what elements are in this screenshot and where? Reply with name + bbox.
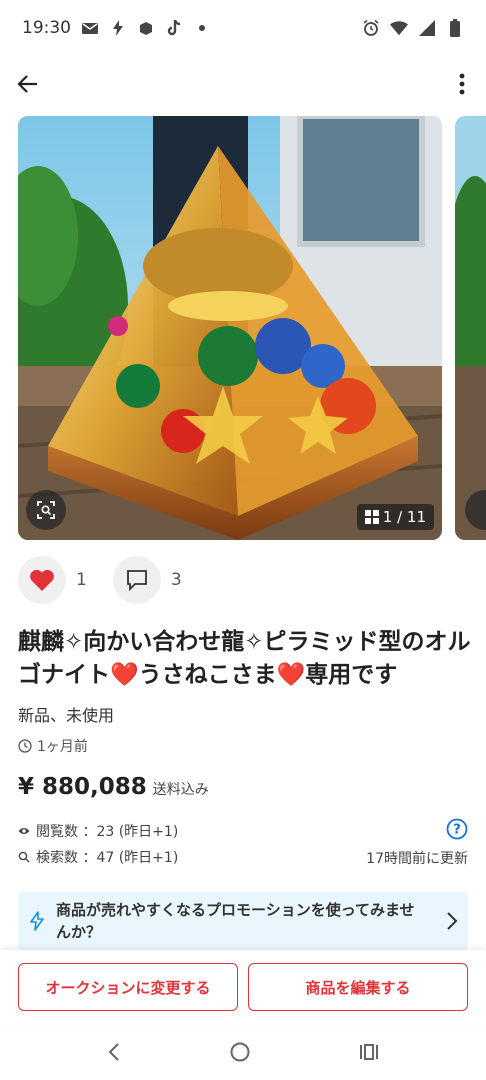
- pyramid-photo-illustration: [18, 116, 442, 540]
- promotion-banner[interactable]: 商品が売れやすくなるプロモーションを使ってみませんか？: [18, 892, 468, 950]
- signal-icon: [418, 19, 436, 37]
- next-product-photo[interactable]: [455, 116, 486, 540]
- item-stats: 閲覧数 ：23 (昨日+1) 検索数 ：47 (昨日+1) ? 17時間前に更新: [18, 818, 470, 870]
- system-nav-bar: [0, 1028, 486, 1080]
- eye-icon: [18, 828, 30, 834]
- shipping-note: 送料込み: [152, 782, 209, 798]
- item-condition: 新品、未使用: [18, 706, 115, 725]
- nav-back-icon: [108, 1043, 119, 1061]
- posted-time: 1ヶ月前: [18, 736, 88, 756]
- like-count: 1: [76, 570, 87, 590]
- app-icon: [137, 19, 155, 37]
- heart-icon: [30, 569, 54, 591]
- scan-icon: [37, 501, 55, 519]
- help-icon: ?: [446, 818, 468, 840]
- mail-icon: [81, 19, 99, 37]
- nav-home-button[interactable]: [229, 1041, 251, 1067]
- change-to-auction-button[interactable]: オークションに変更する: [18, 963, 238, 1011]
- comment-count: 3: [170, 570, 182, 590]
- comment-button[interactable]: [112, 556, 161, 604]
- product-photo[interactable]: 1 / 11: [18, 116, 442, 540]
- posted-time-text: 1ヶ月前: [37, 739, 88, 755]
- image-carousel[interactable]: 1 / 11: [18, 116, 486, 540]
- app-bar: [0, 60, 486, 110]
- clock-icon: [18, 739, 32, 753]
- nav-home-icon: [230, 1042, 250, 1062]
- page-indicator-text: 1 / 11: [382, 508, 426, 526]
- bottom-action-bar: オークションに変更する 商品を編集する: [0, 950, 486, 1028]
- status-bar: 19:30: [0, 0, 486, 56]
- grid-icon: [364, 510, 379, 524]
- price-row: ¥ 880,088 送料込み: [18, 774, 209, 800]
- price: ¥ 880,088: [18, 774, 147, 800]
- help-button[interactable]: ?: [446, 818, 468, 844]
- arrow-left-icon: [17, 75, 37, 93]
- alarm-icon: [362, 19, 380, 37]
- wifi-icon: [390, 19, 408, 37]
- edit-item-button[interactable]: 商品を編集する: [248, 963, 468, 1011]
- item-title: 麒麟✧向かい合わせ龍✧ピラミッド型のオルゴナイト❤️うさねこさま❤️専用です: [18, 629, 471, 688]
- nav-back-button[interactable]: [107, 1042, 121, 1066]
- status-time: 19:30: [22, 18, 71, 38]
- next-photo-illustration: [455, 116, 486, 540]
- svg-text:?: ?: [453, 823, 461, 838]
- tiktok-icon: [165, 19, 183, 37]
- bolt-outline-icon: [30, 911, 44, 931]
- searches-text: 検索数 ：47 (昨日+1): [36, 850, 179, 866]
- image-search-button[interactable]: [26, 490, 66, 530]
- back-button[interactable]: [12, 68, 44, 100]
- nav-recents-button[interactable]: [359, 1043, 379, 1065]
- views-text: 閲覧数 ：23 (昨日+1): [36, 824, 179, 840]
- views-row: 閲覧数 ：23 (昨日+1): [18, 818, 470, 844]
- battery-icon: [446, 19, 464, 37]
- comment-icon: [126, 570, 147, 592]
- last-updated: 17時間前に更新: [366, 851, 468, 867]
- action-row: 1 3: [18, 556, 182, 604]
- more-options-button[interactable]: [452, 68, 472, 100]
- search-icon: [18, 851, 30, 863]
- promotion-text: 商品が売れやすくなるプロモーションを使ってみませんか？: [56, 901, 415, 941]
- nav-recents-icon: [360, 1044, 378, 1060]
- dot-icon: [193, 19, 211, 37]
- image-page-indicator[interactable]: 1 / 11: [356, 504, 434, 530]
- bolt-icon: [109, 19, 127, 37]
- more-vert-icon: [459, 73, 465, 95]
- chevron-right-icon: [447, 912, 458, 930]
- like-button[interactable]: [18, 556, 66, 604]
